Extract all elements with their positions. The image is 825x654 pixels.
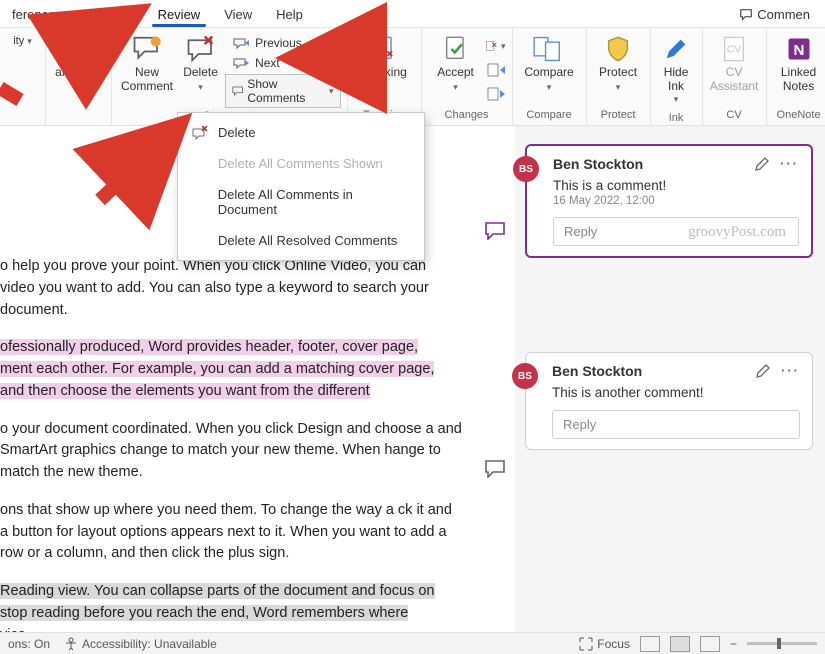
annotation-arrows	[0, 0, 825, 654]
